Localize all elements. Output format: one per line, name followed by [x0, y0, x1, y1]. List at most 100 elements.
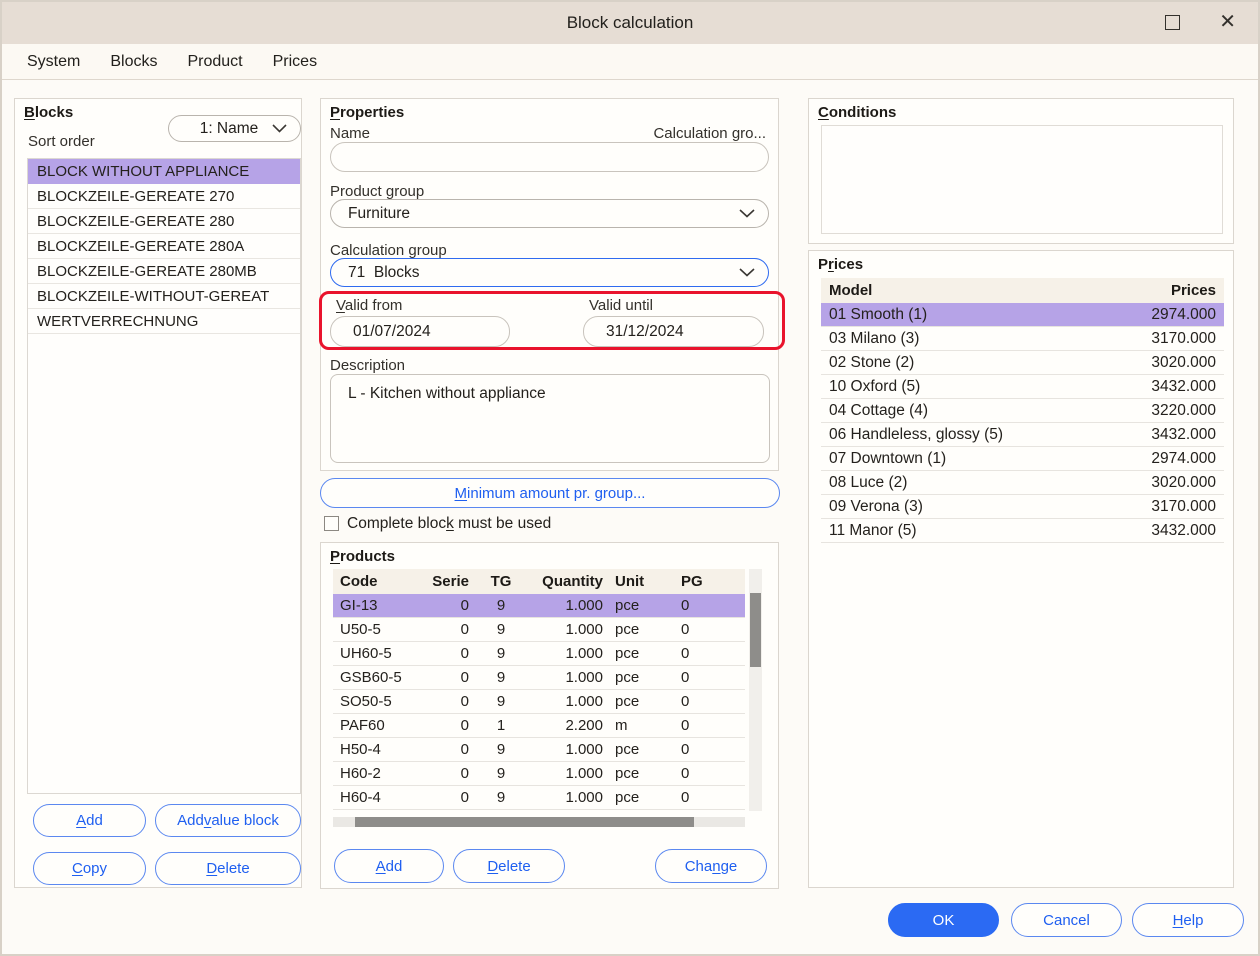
- list-item[interactable]: BLOCKZEILE-GEREATE 280: [28, 209, 300, 234]
- valid-until-label: Valid until: [589, 297, 653, 314]
- vertical-scrollbar[interactable]: [749, 569, 762, 811]
- table-cell: 1.000: [527, 786, 609, 810]
- table-row[interactable]: 01 Smooth (1)2974.000: [821, 303, 1224, 327]
- table-cell: 1.000: [527, 738, 609, 762]
- table-cell: 2.200: [527, 714, 609, 738]
- list-item[interactable]: BLOCKZEILE-WITHOUT-GEREAT: [28, 284, 300, 309]
- table-row[interactable]: 03 Milano (3)3170.000: [821, 327, 1224, 351]
- product-group-label: Product group: [330, 183, 424, 200]
- menu-item-blocks[interactable]: Blocks: [110, 53, 157, 71]
- products-table-body: GI-13091.000pce0U50-5091.000pce0UH60-509…: [333, 594, 745, 810]
- product-group-select[interactable]: Furniture: [330, 199, 769, 228]
- close-icon[interactable]: ✕: [1219, 9, 1236, 35]
- table-cell: 1.000: [527, 666, 609, 690]
- conditions-box[interactable]: [821, 125, 1223, 234]
- complete-block-checkbox[interactable]: [324, 516, 339, 531]
- table-row[interactable]: 11 Manor (5)3432.000: [821, 519, 1224, 543]
- list-item[interactable]: BLOCKZEILE-GEREATE 280MB: [28, 259, 300, 284]
- table-row[interactable]: U50-5091.000pce0: [333, 618, 745, 642]
- table-row[interactable]: H50-4091.000pce0: [333, 738, 745, 762]
- description-textarea[interactable]: L - Kitchen without appliance: [330, 374, 770, 463]
- blocks-panel: Blocks Sort order 1: Name BLOCK WITHOUT …: [14, 98, 302, 888]
- price-cell: 3432.000: [1151, 423, 1216, 446]
- menu-item-product[interactable]: Product: [187, 53, 242, 71]
- cancel-button[interactable]: Cancel: [1011, 903, 1122, 937]
- list-item[interactable]: WERTVERRECHNUNG: [28, 309, 300, 334]
- delete-button[interactable]: Delete: [155, 852, 301, 885]
- product-delete-button[interactable]: Delete: [453, 849, 565, 883]
- table-row[interactable]: 02 Stone (2)3020.000: [821, 351, 1224, 375]
- table-row[interactable]: 04 Cottage (4)3220.000: [821, 399, 1224, 423]
- table-row[interactable]: H60-4091.000pce0: [333, 786, 745, 810]
- table-row[interactable]: SO50-5091.000pce0: [333, 690, 745, 714]
- maximize-icon[interactable]: [1165, 15, 1180, 30]
- name-input[interactable]: [330, 142, 769, 172]
- price-cell: 3170.000: [1151, 327, 1216, 350]
- table-cell: 0: [415, 786, 475, 810]
- products-table-header: CodeSerieTGQuantityUnitPG: [333, 569, 745, 594]
- menu-bar: System Blocks Product Prices: [2, 44, 1258, 80]
- scrollbar-thumb[interactable]: [355, 817, 694, 827]
- ok-button[interactable]: OK: [888, 903, 999, 937]
- table-row[interactable]: 10 Oxford (5)3432.000: [821, 375, 1224, 399]
- table-cell: pce: [609, 666, 667, 690]
- list-item[interactable]: BLOCKZEILE-GEREATE 280A: [28, 234, 300, 259]
- horizontal-scrollbar[interactable]: [333, 817, 745, 827]
- products-table: CodeSerieTGQuantityUnitPG GI-13091.000pc…: [333, 569, 745, 810]
- table-cell: pce: [609, 594, 667, 618]
- minimum-amount-button[interactable]: Minimum amount pr. group...: [320, 478, 780, 508]
- copy-button[interactable]: Copy: [33, 852, 146, 885]
- product-change-button[interactable]: Change: [655, 849, 767, 883]
- price-cell: 2974.000: [1151, 447, 1216, 470]
- table-cell: 9: [475, 642, 527, 666]
- calculation-group-label: Calculation group: [330, 242, 447, 259]
- table-row[interactable]: GSB60-5091.000pce0: [333, 666, 745, 690]
- table-row[interactable]: GI-13091.000pce0: [333, 594, 745, 618]
- blocks-list: BLOCK WITHOUT APPLIANCEBLOCKZEILE-GEREAT…: [27, 158, 301, 794]
- list-item[interactable]: BLOCKZEILE-GEREATE 270: [28, 184, 300, 209]
- table-cell: 9: [475, 786, 527, 810]
- table-cell: UH60-5: [333, 642, 415, 666]
- prices-table: Model Prices 01 Smooth (1)2974.00003 Mil…: [821, 278, 1224, 543]
- add-value-block-button[interactable]: Add value block: [155, 804, 301, 837]
- prices-table-body: 01 Smooth (1)2974.00003 Milano (3)3170.0…: [821, 303, 1224, 543]
- table-cell: 1: [475, 714, 527, 738]
- price-cell: 3220.000: [1151, 399, 1216, 422]
- table-row[interactable]: 08 Luce (2)3020.000: [821, 471, 1224, 495]
- table-row[interactable]: 09 Verona (3)3170.000: [821, 495, 1224, 519]
- column-header-prices: Prices: [1171, 278, 1216, 303]
- complete-block-label: Complete block must be used: [347, 515, 551, 533]
- table-row[interactable]: UH60-5091.000pce0: [333, 642, 745, 666]
- table-row[interactable]: PAF60012.200m0: [333, 714, 745, 738]
- valid-from-input[interactable]: [330, 316, 510, 347]
- products-panel-title: Products: [330, 548, 395, 565]
- table-cell: 0: [667, 714, 745, 738]
- column-header: PG: [667, 569, 745, 594]
- help-button[interactable]: Help: [1132, 903, 1244, 937]
- product-add-button[interactable]: Add: [334, 849, 444, 883]
- table-cell: 0: [667, 762, 745, 786]
- table-cell: 0: [667, 642, 745, 666]
- table-cell: m: [609, 714, 667, 738]
- price-cell: 3170.000: [1151, 495, 1216, 518]
- table-row[interactable]: 07 Downtown (1)2974.000: [821, 447, 1224, 471]
- calculation-group-value: 71 Blocks: [348, 264, 739, 282]
- sort-order-select[interactable]: 1: Name: [168, 115, 301, 142]
- scrollbar-thumb[interactable]: [750, 593, 761, 667]
- add-button[interactable]: Add: [33, 804, 146, 837]
- valid-until-input[interactable]: [583, 316, 764, 347]
- prices-panel: Prices Model Prices 01 Smooth (1)2974.00…: [808, 250, 1234, 888]
- table-cell: H60-2: [333, 762, 415, 786]
- name-label: Name: [330, 125, 370, 142]
- table-cell: 9: [475, 690, 527, 714]
- table-cell: 0: [667, 786, 745, 810]
- properties-panel: Properties Name Calculation gro... Produ…: [320, 98, 779, 471]
- list-item[interactable]: BLOCK WITHOUT APPLIANCE: [28, 159, 300, 184]
- menu-item-prices[interactable]: Prices: [273, 53, 317, 71]
- price-cell: 3432.000: [1151, 519, 1216, 542]
- calculation-group-select[interactable]: 71 Blocks: [330, 258, 769, 287]
- menu-item-system[interactable]: System: [27, 53, 80, 71]
- table-row[interactable]: H60-2091.000pce0: [333, 762, 745, 786]
- table-row[interactable]: 06 Handleless, glossy (5)3432.000: [821, 423, 1224, 447]
- chevron-down-icon: [739, 268, 755, 277]
